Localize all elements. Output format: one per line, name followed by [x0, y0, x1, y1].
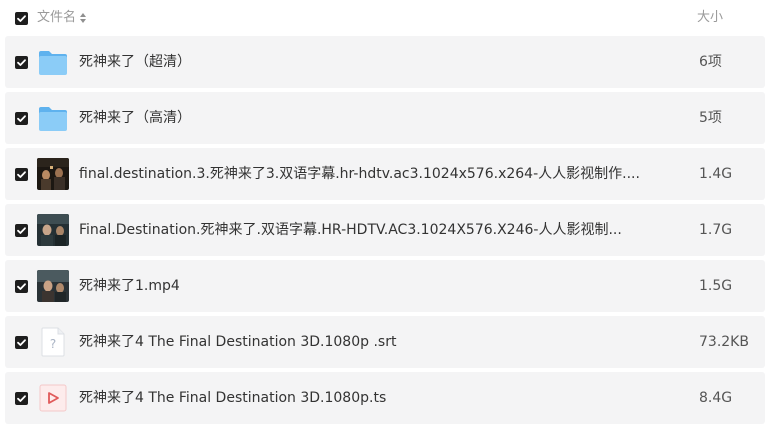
list-item[interactable]: Final.Destination.死神来了.双语字幕.HR-HDTV.AC3.… — [5, 204, 765, 256]
check-icon — [17, 115, 26, 122]
file-size: 5项 — [699, 110, 722, 126]
size-column-header[interactable]: 大小 — [697, 10, 723, 26]
check-icon — [17, 283, 26, 290]
name-column-header[interactable]: 文件名 — [37, 10, 87, 26]
unknown-file-icon: ? — [41, 327, 65, 357]
list-item[interactable]: final.destination.3.死神来了3.双语字幕.hr-hdtv.a… — [5, 148, 765, 200]
check-icon — [17, 15, 26, 22]
file-name[interactable]: 死神来了（高清） — [79, 109, 191, 127]
row-checkbox[interactable] — [15, 280, 28, 293]
video-file-icon — [39, 384, 67, 412]
check-icon — [17, 339, 26, 346]
row-checkbox[interactable] — [15, 392, 28, 405]
video-thumbnail — [37, 158, 69, 190]
folder-icon — [39, 107, 67, 131]
file-size: 8.4G — [699, 390, 733, 406]
video-thumbnail — [37, 270, 69, 302]
select-all-checkbox[interactable] — [15, 12, 28, 25]
svg-text:?: ? — [50, 337, 56, 351]
file-size: 1.4G — [699, 166, 733, 182]
row-checkbox[interactable] — [15, 224, 28, 237]
list-item[interactable]: 死神来了1.mp4 1.5G — [5, 260, 765, 312]
check-icon — [17, 171, 26, 178]
file-list: 文件名 大小 死神来了（超清） 6项 死神来了（高清） 5项 final.des… — [0, 0, 765, 427]
folder-icon — [39, 51, 67, 75]
file-name[interactable]: 死神来了1.mp4 — [79, 277, 180, 295]
list-item[interactable]: 死神来了4 The Final Destination 3D.1080p.ts … — [5, 372, 765, 424]
sort-icon[interactable] — [79, 12, 87, 24]
list-item[interactable]: 死神来了（高清） 5项 — [5, 92, 765, 144]
list-item[interactable]: ? 死神来了4 The Final Destination 3D.1080p .… — [5, 316, 765, 368]
file-name[interactable]: 死神来了（超清） — [79, 53, 191, 71]
file-name[interactable]: 死神来了4 The Final Destination 3D.1080p .sr… — [79, 333, 396, 351]
check-icon — [17, 395, 26, 402]
video-thumbnail — [37, 214, 69, 246]
file-name[interactable]: final.destination.3.死神来了3.双语字幕.hr-hdtv.a… — [79, 165, 640, 183]
list-item[interactable]: 死神来了（超清） 6项 — [5, 36, 765, 88]
row-checkbox[interactable] — [15, 336, 28, 349]
file-size: 1.5G — [699, 278, 733, 294]
file-name[interactable]: 死神来了4 The Final Destination 3D.1080p.ts — [79, 389, 386, 407]
file-size: 73.2KB — [699, 334, 749, 350]
row-checkbox[interactable] — [15, 168, 28, 181]
file-size: 6项 — [699, 54, 722, 70]
name-column-label: 文件名 — [37, 10, 77, 25]
list-header: 文件名 大小 — [0, 0, 765, 36]
file-name[interactable]: Final.Destination.死神来了.双语字幕.HR-HDTV.AC3.… — [79, 221, 622, 239]
file-size: 1.7G — [699, 222, 733, 238]
check-icon — [17, 227, 26, 234]
check-icon — [17, 59, 26, 66]
row-checkbox[interactable] — [15, 112, 28, 125]
row-checkbox[interactable] — [15, 56, 28, 69]
